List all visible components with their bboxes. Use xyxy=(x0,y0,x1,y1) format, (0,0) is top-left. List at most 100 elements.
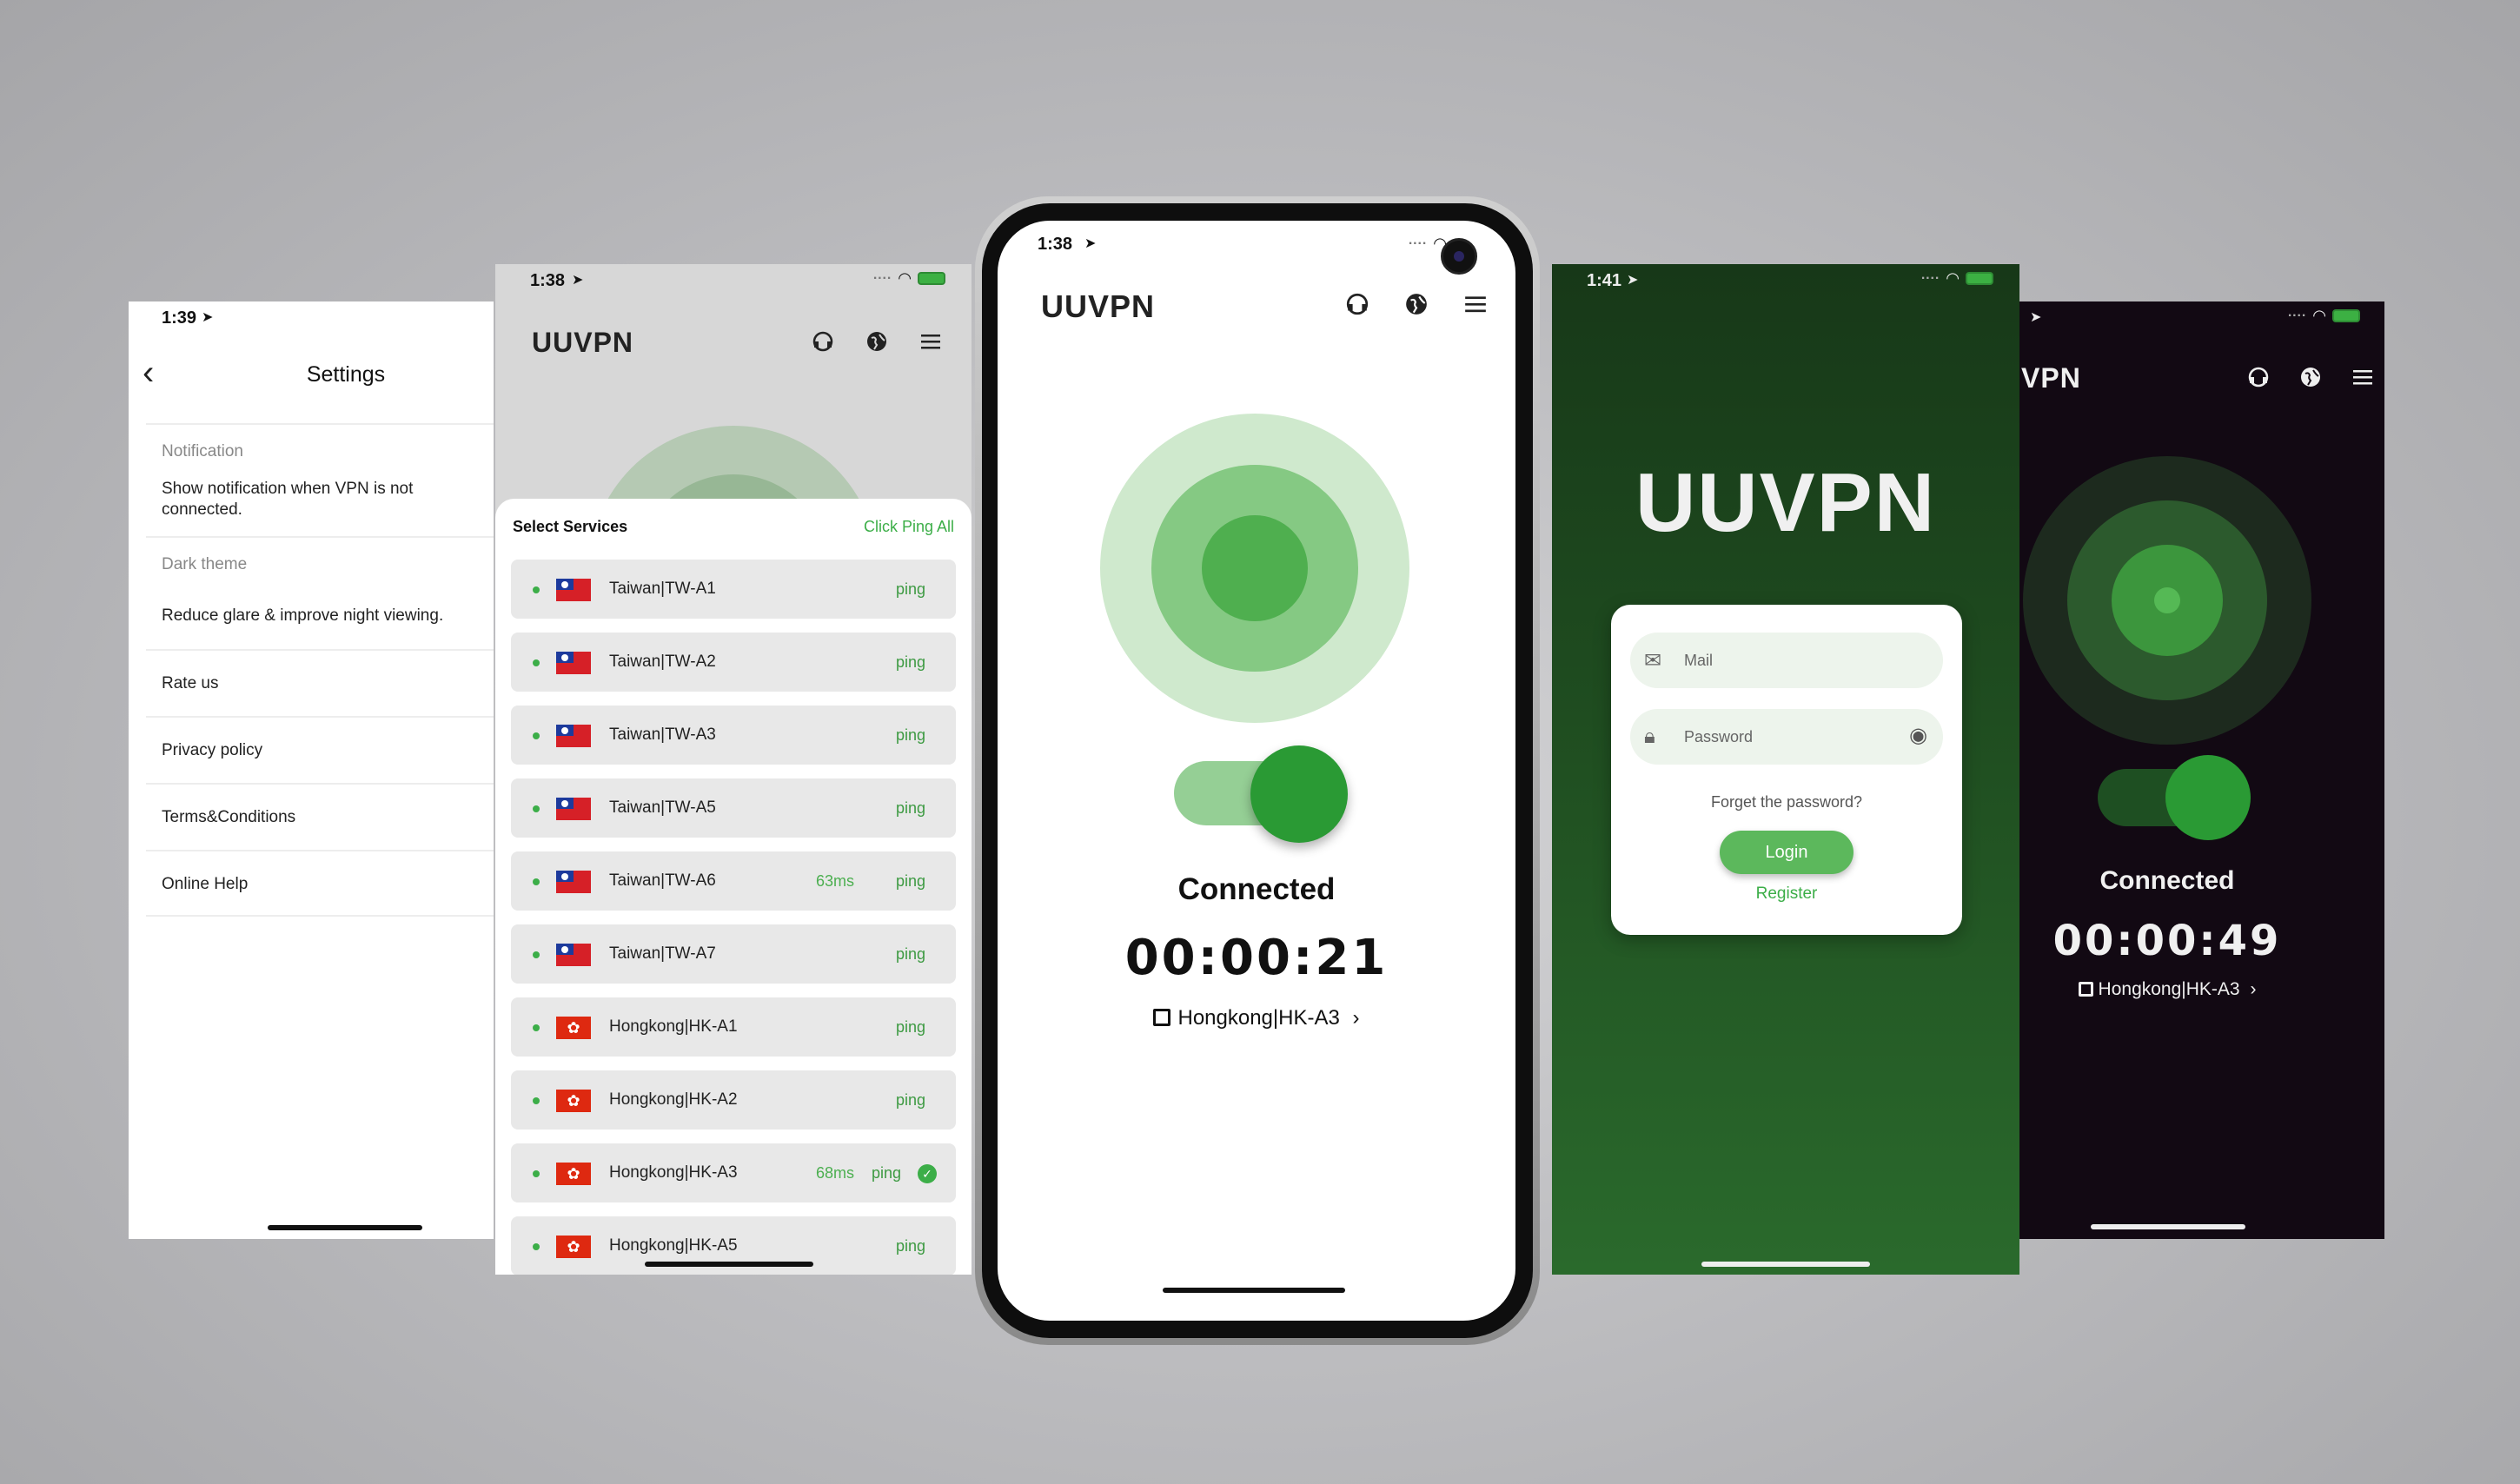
toggle-knob[interactable] xyxy=(1250,745,1348,843)
menu-icon[interactable] xyxy=(1463,292,1488,316)
app-logo: UUVPN xyxy=(1635,456,1937,549)
ping-button[interactable]: ping xyxy=(896,799,925,818)
server-row[interactable]: Hongkong|HK-A1 ping xyxy=(511,997,956,1057)
register-link[interactable]: Register xyxy=(1611,884,1962,904)
ping-button[interactable]: ping xyxy=(896,945,925,964)
status-dot xyxy=(533,1170,540,1177)
hongkong-flag-icon xyxy=(556,1163,591,1185)
location-selector[interactable]: Hongkong|HK-A3 › xyxy=(2019,979,2315,1000)
setting-rate-us[interactable]: Rate us xyxy=(146,649,494,716)
app-logo: VPN xyxy=(2021,362,2081,394)
mail-placeholder: Mail xyxy=(1684,652,1714,669)
toggle-knob[interactable] xyxy=(2165,755,2251,840)
setting-text: Terms&Conditions xyxy=(162,808,296,826)
taiwan-flag-icon xyxy=(556,798,591,820)
server-row[interactable]: Taiwan|TW-A6 63ms ping xyxy=(511,851,956,911)
status-bar: 1:39 ➤ xyxy=(129,301,494,336)
taiwan-flag-icon xyxy=(556,652,591,674)
app-logo: UUVPN xyxy=(1041,288,1156,324)
main-screen: 1:38 ➤ ···· ◠ UUVPN Connected 00:00:21 H… xyxy=(998,221,1515,1321)
ping-button[interactable]: ping xyxy=(896,872,925,891)
password-placeholder: Password xyxy=(1684,728,1754,745)
connection-status: Connected xyxy=(2099,866,2235,895)
location-arrow-icon: ➤ xyxy=(202,310,214,325)
setting-text: Show notification when VPN is not connec… xyxy=(162,480,414,519)
status-time: 1:38 xyxy=(530,271,566,290)
ping-button[interactable]: ping xyxy=(896,1018,925,1037)
ping-button[interactable]: ping xyxy=(896,653,925,672)
connection-dot xyxy=(2154,587,2180,613)
headset-icon[interactable] xyxy=(812,330,834,353)
location-selector[interactable]: Hongkong|HK-A3 › xyxy=(998,1006,1515,1030)
taiwan-flag-icon xyxy=(556,725,591,747)
server-name: Hongkong|HK-A3 xyxy=(609,1163,738,1182)
signal-icon: ···· xyxy=(2287,308,2307,323)
headset-icon[interactable] xyxy=(2247,366,2270,388)
globe-icon[interactable] xyxy=(2299,366,2322,388)
setting-text: Reduce glare & improve night viewing. xyxy=(162,606,444,625)
setting-dark-theme[interactable]: Dark theme Reduce glare & improve night … xyxy=(146,536,494,649)
server-row[interactable]: Hongkong|HK-A2 ping xyxy=(511,1070,956,1130)
server-row-selected[interactable]: Hongkong|HK-A3 68ms ping ✓ xyxy=(511,1143,956,1202)
status-dot xyxy=(533,951,540,958)
status-bar: 1:38 ➤ ···· ◠ xyxy=(495,264,972,299)
map-icon xyxy=(2078,982,2093,997)
app-logo: UUVPN xyxy=(532,327,634,358)
status-time: 1:38 xyxy=(1038,235,1073,254)
battery-icon xyxy=(1966,272,1993,285)
eye-icon[interactable]: ◉ xyxy=(1909,723,1927,748)
ping-button[interactable]: ping xyxy=(896,580,925,599)
setting-terms[interactable]: Terms&Conditions xyxy=(146,783,494,850)
globe-icon[interactable] xyxy=(865,330,888,353)
menu-icon[interactable] xyxy=(919,330,942,353)
forgot-password-link[interactable]: Forget the password? xyxy=(1611,793,1962,812)
chevron-right-icon: › xyxy=(2250,979,2257,999)
setting-privacy-policy[interactable]: Privacy policy xyxy=(146,716,494,783)
lock-icon: 🔒︎ xyxy=(1644,725,1655,748)
menu-icon[interactable] xyxy=(2351,366,2374,388)
server-name: Taiwan|TW-A3 xyxy=(609,725,716,744)
wifi-icon: ◠ xyxy=(2313,307,2325,324)
globe-icon[interactable] xyxy=(1404,292,1429,316)
signal-icon: ···· xyxy=(1408,235,1428,251)
ping-all-button[interactable]: Click Ping All xyxy=(864,518,954,536)
server-list-screen: 1:38 ➤ ···· ◠ UUVPN Select Services Clic… xyxy=(495,264,972,1275)
signal-icon: ···· xyxy=(1920,270,1940,286)
server-row[interactable]: Taiwan|TW-A3 ping xyxy=(511,706,956,765)
server-name: Hongkong|HK-A1 xyxy=(609,1017,738,1036)
ping-button[interactable]: ping xyxy=(872,1164,901,1183)
status-time: 1:39 xyxy=(162,308,197,328)
dark-main-screen: ➤ ···· ◠ VPN Connected 00:00:49 Hongkong… xyxy=(2019,301,2384,1239)
ping-button[interactable]: ping xyxy=(896,1091,925,1110)
setting-online-help[interactable]: Online Help xyxy=(146,850,494,917)
password-field[interactable]: 🔒︎ Password ◉ xyxy=(1630,709,1943,765)
status-bar: ➤ ···· ◠ xyxy=(2019,301,2384,336)
ping-button[interactable]: ping xyxy=(896,726,925,745)
login-button[interactable]: Login xyxy=(1720,831,1854,874)
latency-value: 68ms xyxy=(815,1164,854,1182)
setting-label: Dark theme xyxy=(162,555,248,573)
setting-notification[interactable]: Notification Show notification when VPN … xyxy=(146,423,494,536)
connection-status: Connected xyxy=(1177,872,1336,906)
location-arrow-icon: ➤ xyxy=(572,273,584,288)
hongkong-flag-icon xyxy=(556,1236,591,1258)
headset-icon[interactable] xyxy=(1345,292,1369,316)
select-services-sheet: Select Services Click Ping All Taiwan|TW… xyxy=(495,499,972,1275)
mail-field[interactable]: ✉ Mail xyxy=(1630,633,1943,688)
server-row[interactable]: Taiwan|TW-A7 ping xyxy=(511,924,956,984)
location-label: Hongkong|HK-A3 xyxy=(1177,1006,1340,1030)
settings-screen: 1:39 ➤ ‹ Settings Notification Show noti… xyxy=(129,301,494,1239)
server-name: Taiwan|TW-A1 xyxy=(609,580,716,598)
home-indicator xyxy=(268,1225,422,1230)
status-dot xyxy=(533,586,540,593)
hongkong-flag-icon xyxy=(556,1090,591,1112)
status-time: 1:41 xyxy=(1587,271,1622,290)
server-row[interactable]: Taiwan|TW-A2 ping xyxy=(511,633,956,692)
server-row[interactable]: Taiwan|TW-A1 ping xyxy=(511,560,956,619)
server-row[interactable]: Taiwan|TW-A5 ping xyxy=(511,778,956,838)
setting-label: Notification xyxy=(162,442,243,460)
login-card: ✉ Mail 🔒︎ Password ◉ Forget the password… xyxy=(1611,605,1962,935)
status-dot xyxy=(533,659,540,666)
ping-button[interactable]: ping xyxy=(896,1237,925,1255)
status-bar: 1:41 ➤ ···· ◠ xyxy=(1552,264,2019,299)
